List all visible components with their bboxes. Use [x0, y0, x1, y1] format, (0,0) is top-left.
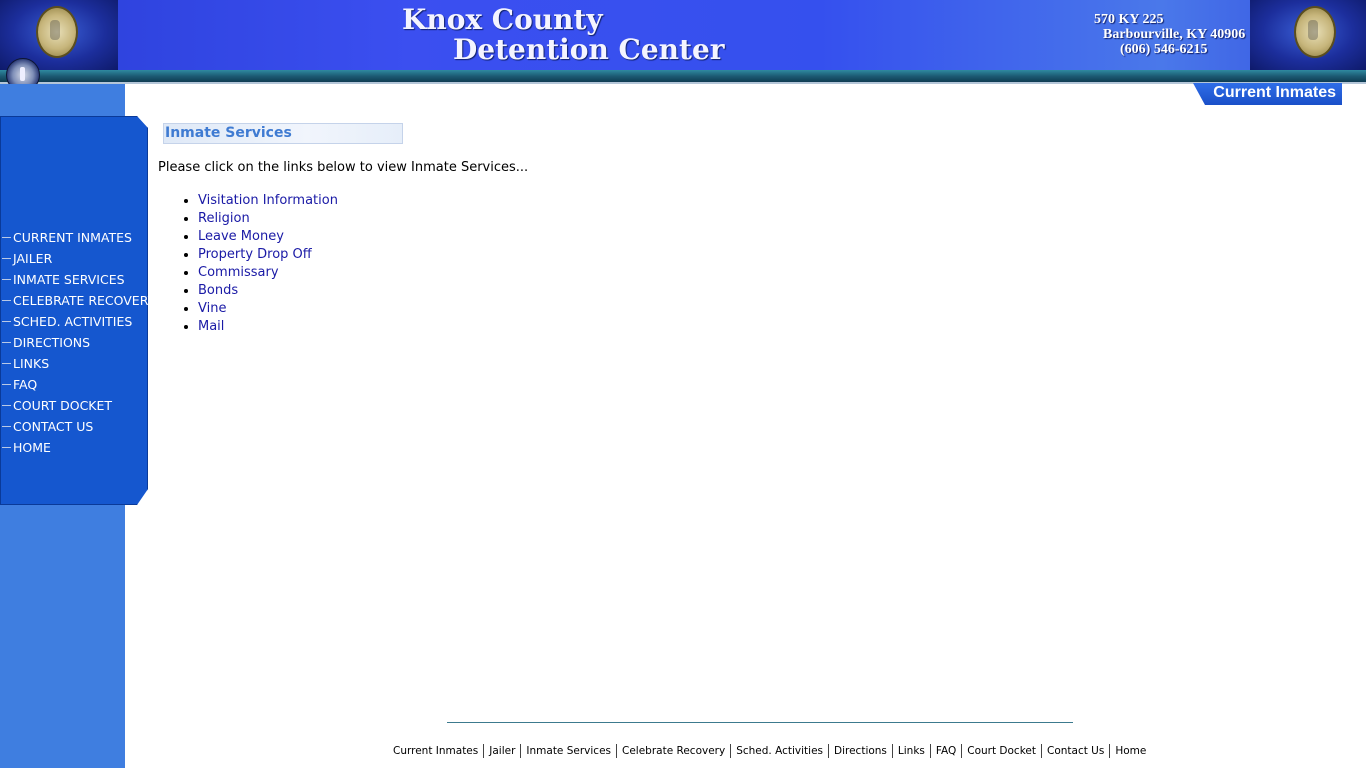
link-bonds[interactable]: Bonds: [198, 283, 238, 298]
footer-link-current-inmates[interactable]: Current Inmates: [388, 744, 483, 758]
footer-link-contact-us[interactable]: Contact Us: [1040, 744, 1109, 758]
sidebar-link-home[interactable]: HOME: [13, 439, 51, 456]
footer-link-celebrate-recovery[interactable]: Celebrate Recovery: [616, 744, 730, 758]
phone-number: (606) 546-6215: [1120, 42, 1208, 57]
sidebar-link-current-inmates[interactable]: CURRENT INMATES: [13, 229, 132, 246]
sidebar-item-directions: DIRECTIONS: [0, 334, 150, 355]
link-commissary[interactable]: Commissary: [198, 265, 279, 280]
sidebar-item-sched-activities: SCHED. ACTIVITIES: [0, 313, 150, 334]
sidebar-item-links: LINKS: [0, 355, 150, 376]
list-item: Property Drop Off: [198, 247, 338, 265]
kentucky-seal-icon: [36, 6, 78, 58]
sidebar-link-links[interactable]: LINKS: [13, 355, 49, 372]
sidebar-item-jailer: JAILER: [0, 250, 150, 271]
sidebar-link-court-docket[interactable]: COURT DOCKET: [13, 397, 112, 414]
link-mail[interactable]: Mail: [198, 319, 224, 334]
footer-link-court-docket[interactable]: Court Docket: [961, 744, 1041, 758]
footer-link-inmate-services[interactable]: Inmate Services: [520, 744, 616, 758]
site-title-line1: Knox County: [402, 3, 603, 36]
sidebar-nav: CURRENT INMATES JAILER INMATE SERVICES C…: [0, 229, 155, 460]
header-stripe: [0, 70, 1366, 82]
list-item: Commissary: [198, 265, 338, 283]
footer-link-links[interactable]: Links: [891, 744, 930, 758]
list-item: Leave Money: [198, 229, 338, 247]
sidebar-item-contact-us: CONTACT US: [0, 418, 150, 439]
sidebar-item-celebrate-recovery: CELEBRATE RECOVERY: [0, 292, 155, 313]
link-property-drop-off[interactable]: Property Drop Off: [198, 247, 312, 262]
sidebar-item-home: HOME: [0, 439, 150, 460]
sidebar-link-celebrate-recovery[interactable]: CELEBRATE RECOVERY: [13, 292, 155, 309]
link-visitation-information[interactable]: Visitation Information: [198, 193, 338, 208]
footer-link-jailer[interactable]: Jailer: [483, 744, 520, 758]
kentucky-seal-icon: [1294, 6, 1336, 58]
header-stripe-highlight: [0, 82, 1366, 84]
sidebar-item-current-inmates: CURRENT INMATES: [0, 229, 150, 250]
sidebar-link-faq[interactable]: FAQ: [13, 376, 37, 393]
sidebar-link-directions[interactable]: DIRECTIONS: [13, 334, 90, 351]
sidebar-link-sched-activities[interactable]: SCHED. ACTIVITIES: [13, 313, 132, 330]
address-city: Barbourville, KY 40906: [1103, 27, 1246, 42]
sidebar-link-contact-us[interactable]: CONTACT US: [13, 418, 93, 435]
sidebar-item-inmate-services: INMATE SERVICES: [0, 271, 150, 292]
sidebar-item-court-docket: COURT DOCKET: [0, 397, 150, 418]
page-title: Inmate Services: [163, 123, 403, 144]
footer-nav: Current Inmates Jailer Inmate Services C…: [388, 743, 1151, 759]
kentucky-flag-right-image: [1250, 0, 1366, 70]
list-item: Bonds: [198, 283, 338, 301]
list-item: Religion: [198, 211, 338, 229]
sidebar-item-faq: FAQ: [0, 376, 150, 397]
current-inmates-tab[interactable]: Current Inmates: [1193, 83, 1342, 105]
list-item: Visitation Information: [198, 193, 338, 211]
site-header-banner: Knox County Detention Center 570 KY 225 …: [0, 0, 1366, 70]
list-item: Mail: [198, 319, 338, 337]
sidebar-link-jailer[interactable]: JAILER: [13, 250, 52, 267]
footer-link-directions[interactable]: Directions: [828, 744, 892, 758]
footer-link-home[interactable]: Home: [1109, 744, 1151, 758]
footer-divider: [447, 722, 1073, 723]
link-vine[interactable]: Vine: [198, 301, 226, 316]
sidebar-link-inmate-services[interactable]: INMATE SERVICES: [13, 271, 125, 288]
list-item: Vine: [198, 301, 338, 319]
link-leave-money[interactable]: Leave Money: [198, 229, 284, 244]
inmate-services-list: Visitation Information Religion Leave Mo…: [158, 193, 338, 337]
footer-link-sched-activities[interactable]: Sched. Activities: [730, 744, 828, 758]
intro-text: Please click on the links below to view …: [158, 160, 529, 175]
footer-link-faq[interactable]: FAQ: [929, 744, 961, 758]
link-religion[interactable]: Religion: [198, 211, 250, 226]
site-title-line2: Detention Center: [453, 33, 725, 66]
address-street: 570 KY 225: [1094, 12, 1164, 27]
